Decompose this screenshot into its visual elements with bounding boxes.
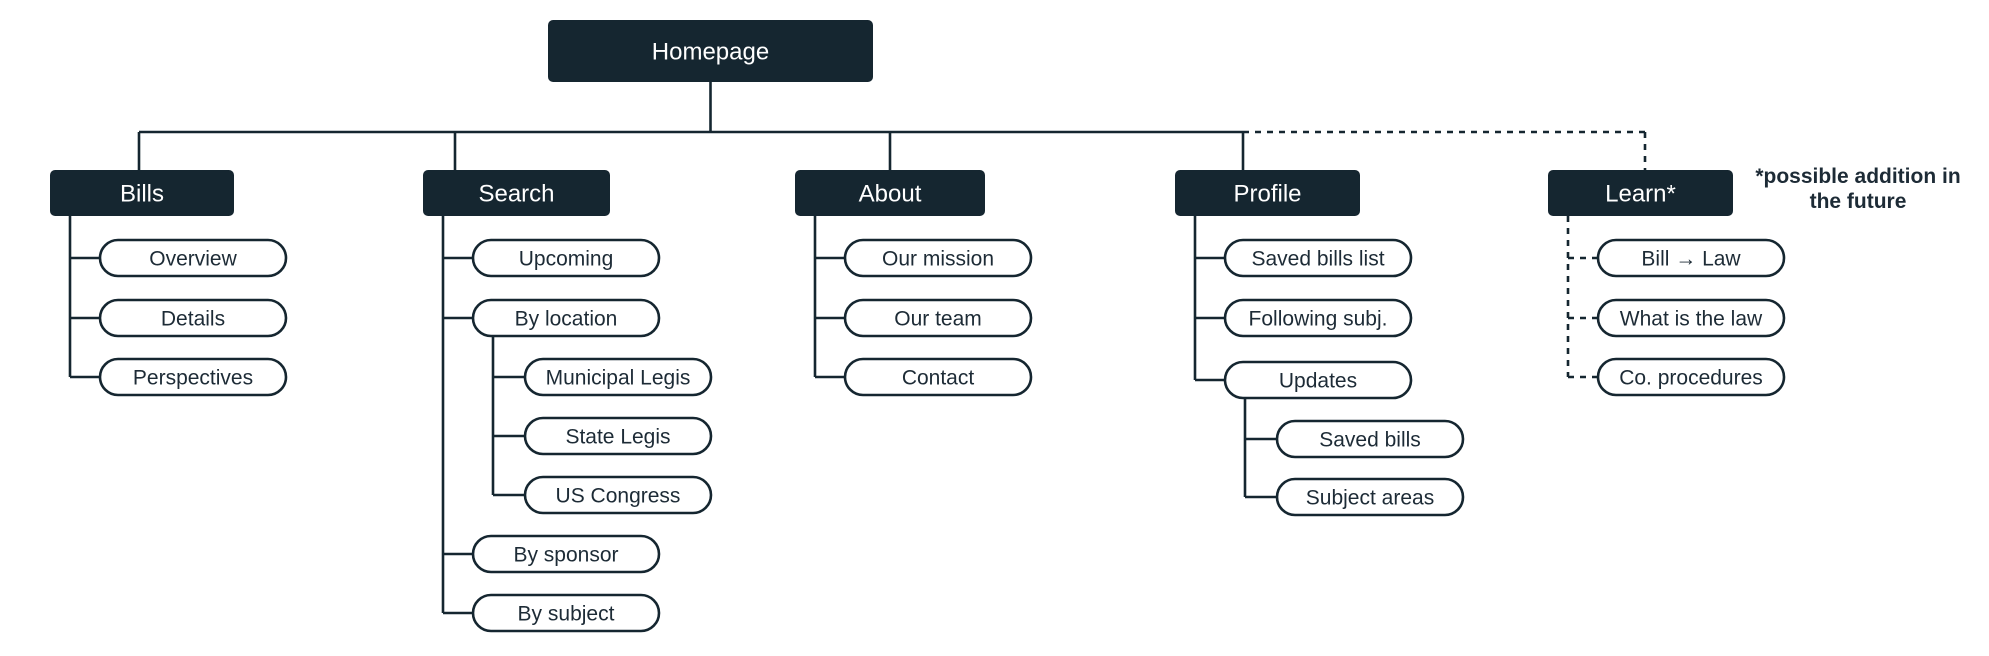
node-profile-child-0-label: Saved bills list bbox=[1251, 248, 1384, 271]
node-search-child-1-sub-0-label: Municipal Legis bbox=[546, 367, 691, 390]
node-bills-child-0[interactable]: Overview bbox=[98, 238, 288, 278]
node-profile-child-2-sub-1-label: Subject areas bbox=[1306, 487, 1434, 510]
node-homepage-label: Homepage bbox=[652, 39, 769, 66]
sitemap-canvas: Homepage Bills Overview Details Perspectives… bbox=[50, 20, 1961, 633]
node-about-child-2-label: Contact bbox=[902, 367, 975, 390]
node-about-child-0-label: Our mission bbox=[882, 248, 994, 271]
node-about-child-1[interactable]: Our team bbox=[843, 298, 1033, 338]
node-about-child-0[interactable]: Our mission bbox=[843, 238, 1033, 278]
node-bills-child-0-label: Overview bbox=[149, 248, 237, 271]
sitemap-diagram: Homepage Bills Overview Details Perspectives… bbox=[0, 0, 1989, 656]
node-profile-child-2[interactable]: Updates bbox=[1223, 360, 1413, 400]
node-profile-child-2-sub-0-label: Saved bills bbox=[1319, 429, 1421, 452]
node-bills-label: Bills bbox=[120, 181, 164, 208]
node-about-child-1-label: Our team bbox=[894, 308, 982, 331]
node-search-child-0[interactable]: Upcoming bbox=[471, 238, 661, 278]
node-learn-child-1[interactable]: What is the law bbox=[1596, 298, 1786, 338]
node-bills-child-1-label: Details bbox=[161, 308, 225, 331]
node-search-child-3-label: By subject bbox=[518, 603, 615, 626]
node-search-label: Search bbox=[478, 181, 554, 208]
node-bills-child-2-label: Perspectives bbox=[133, 367, 253, 390]
node-learn[interactable]: Learn* bbox=[1548, 170, 1733, 216]
annotation-line: *possible addition in bbox=[1755, 165, 1960, 188]
node-learn-child-1-label: What is the law bbox=[1620, 308, 1763, 331]
node-search-child-0-label: Upcoming bbox=[519, 248, 614, 271]
node-search-child-1-sub-2[interactable]: US Congress bbox=[523, 475, 713, 515]
node-learn-child-2[interactable]: Co. procedures bbox=[1596, 357, 1786, 397]
node-search[interactable]: Search bbox=[423, 170, 610, 216]
node-learn-child-2-label: Co. procedures bbox=[1619, 367, 1763, 390]
node-search-child-2[interactable]: By sponsor bbox=[471, 534, 661, 574]
node-search-child-1-sub-0[interactable]: Municipal Legis bbox=[523, 357, 713, 397]
node-search-child-1-label: By location bbox=[515, 308, 618, 331]
node-layer: Homepage Bills Overview Details Perspectives… bbox=[50, 20, 1786, 633]
node-profile[interactable]: Profile bbox=[1175, 170, 1360, 216]
node-about[interactable]: About bbox=[795, 170, 985, 216]
node-bills-child-2[interactable]: Perspectives bbox=[98, 357, 288, 397]
node-search-child-3[interactable]: By subject bbox=[471, 593, 661, 633]
node-search-child-1-sub-2-label: US Congress bbox=[556, 485, 681, 508]
node-profile-child-2-label: Updates bbox=[1279, 370, 1357, 393]
node-about-label: About bbox=[859, 181, 922, 208]
node-search-child-1-sub-1-label: State Legis bbox=[565, 426, 670, 449]
node-profile-child-2-sub-1[interactable]: Subject areas bbox=[1275, 477, 1465, 517]
node-homepage[interactable]: Homepage bbox=[548, 20, 873, 82]
annotation-line: the future bbox=[1810, 190, 1907, 213]
node-profile-child-1[interactable]: Following subj. bbox=[1223, 298, 1413, 338]
node-search-child-1[interactable]: By location bbox=[471, 298, 661, 338]
annotation-layer: *possible addition in the future bbox=[1755, 165, 1960, 213]
node-learn-child-0-label: Bill → Law bbox=[1641, 248, 1741, 271]
connector-layer bbox=[68, 82, 1647, 615]
node-learn-label: Learn* bbox=[1605, 181, 1676, 208]
node-search-child-1-sub-1[interactable]: State Legis bbox=[523, 416, 713, 456]
annotation-future-note: *possible addition in the future bbox=[1755, 165, 1960, 213]
node-about-child-2[interactable]: Contact bbox=[843, 357, 1033, 397]
node-profile-child-2-sub-0[interactable]: Saved bills bbox=[1275, 419, 1465, 459]
node-search-child-2-label: By sponsor bbox=[513, 544, 618, 567]
node-learn-child-0[interactable]: Bill → Law bbox=[1596, 238, 1786, 278]
node-bills-child-1[interactable]: Details bbox=[98, 298, 288, 338]
node-profile-label: Profile bbox=[1233, 181, 1301, 208]
node-profile-child-0[interactable]: Saved bills list bbox=[1223, 238, 1413, 278]
node-profile-child-1-label: Following subj. bbox=[1249, 308, 1388, 331]
node-bills[interactable]: Bills bbox=[50, 170, 234, 216]
